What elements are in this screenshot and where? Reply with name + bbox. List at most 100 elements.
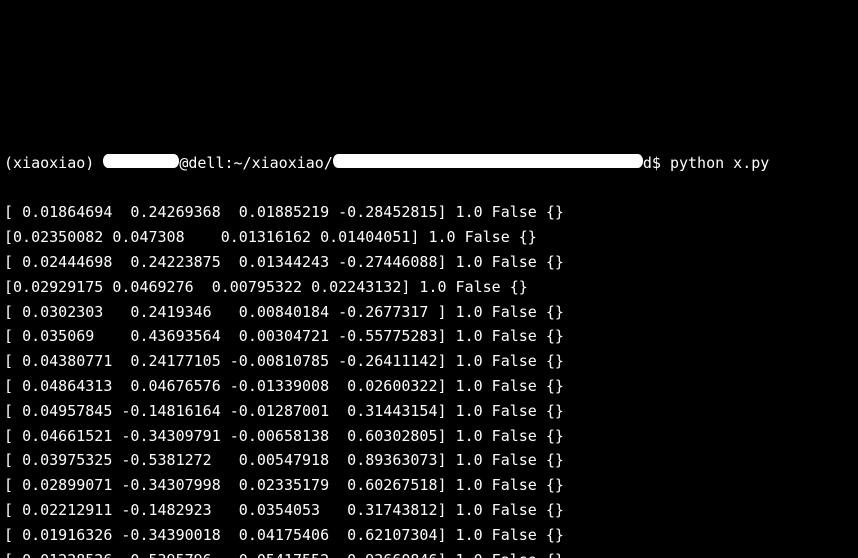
- row-c0: 0.04380771: [22, 352, 121, 370]
- row-info: {}: [537, 253, 564, 271]
- output-row: [ 0.01916326 -0.34390018 0.04175406 0.62…: [4, 523, 854, 548]
- row-c2: 0.0354053: [230, 501, 329, 519]
- row-c1: 0.24269368: [121, 203, 229, 221]
- row-c1: 0.24223875: [121, 253, 229, 271]
- row-info: {}: [537, 377, 564, 395]
- prompt-line: (xiaoxiao) @dell:~/xiaoxiao/d$ python x.…: [4, 151, 854, 176]
- row-open: [: [4, 278, 13, 296]
- row-c1: 0.43693564: [121, 327, 229, 345]
- row-open: [: [4, 551, 22, 558]
- row-done: False: [483, 551, 537, 558]
- row-done: False: [483, 501, 537, 519]
- row-c3: 0.89363073]: [329, 451, 446, 469]
- output-row: [ 0.035069 0.43693564 0.00304721 -0.5577…: [4, 324, 854, 349]
- row-done: False: [483, 476, 537, 494]
- row-info: {}: [537, 402, 564, 420]
- row-open: [: [4, 526, 22, 544]
- row-c0: 0.03975325: [22, 451, 121, 469]
- row-info: {}: [537, 327, 564, 345]
- row-done: False: [483, 402, 537, 420]
- output-row: [0.02350082 0.047308 0.01316162 0.014040…: [4, 225, 854, 250]
- row-info: {}: [537, 352, 564, 370]
- row-c1: 0.2419346: [121, 303, 229, 321]
- row-c0: 0.04864313: [22, 377, 121, 395]
- row-c2: 0.00795322: [212, 278, 311, 296]
- row-c1: -0.5395796: [121, 551, 229, 558]
- row-info: {}: [537, 501, 564, 519]
- output-row: [0.02929175 0.0469276 0.00795322 0.02243…: [4, 275, 854, 300]
- terminal-window[interactable]: (xiaoxiao) @dell:~/xiaoxiao/d$ python x.…: [0, 124, 858, 558]
- row-c0: 0.01228526: [22, 551, 121, 558]
- row-open: [: [4, 476, 22, 494]
- row-c0: 0.01916326: [22, 526, 121, 544]
- output-row: [ 0.01864694 0.24269368 0.01885219 -0.28…: [4, 200, 854, 225]
- row-done: False: [483, 526, 537, 544]
- row-done: False: [483, 253, 537, 271]
- row-c1: -0.14816164: [121, 402, 229, 420]
- row-reward: 1.0: [447, 377, 483, 395]
- row-c3: 0.02600322]: [329, 377, 446, 395]
- row-reward: 1.0: [419, 228, 455, 246]
- row-open: [: [4, 303, 22, 321]
- output-rows: [ 0.01864694 0.24269368 0.01885219 -0.28…: [4, 200, 854, 558]
- row-open: [: [4, 352, 22, 370]
- row-c2: 0.01344243: [230, 253, 329, 271]
- row-c3: 0.60267518]: [329, 476, 446, 494]
- output-row: [ 0.02212911 -0.1482923 0.0354053 0.3174…: [4, 498, 854, 523]
- row-c0: 0.0302303: [22, 303, 121, 321]
- row-open: [: [4, 228, 13, 246]
- row-c2: 0.01316162: [212, 228, 320, 246]
- command-text: python x.py: [670, 154, 769, 172]
- row-reward: 1.0: [447, 551, 483, 558]
- redacted-user: [103, 154, 179, 168]
- row-c3: -0.27446088]: [329, 253, 446, 271]
- row-done: False: [483, 203, 537, 221]
- row-info: {}: [537, 551, 564, 558]
- row-done: False: [456, 228, 510, 246]
- row-open: [: [4, 327, 22, 345]
- row-c3: -0.2677317 ]: [329, 303, 446, 321]
- row-info: {}: [537, 526, 564, 544]
- host-part: @dell: [179, 154, 224, 172]
- row-open: [: [4, 427, 22, 445]
- row-c2: 0.00840184: [230, 303, 329, 321]
- row-c3: 0.31443154]: [329, 402, 446, 420]
- row-c2: 0.05417552: [230, 551, 329, 558]
- output-row: [ 0.04380771 0.24177105 -0.00810785 -0.2…: [4, 349, 854, 374]
- row-info: {}: [537, 203, 564, 221]
- row-reward: 1.0: [447, 526, 483, 544]
- row-info: {}: [501, 278, 528, 296]
- row-c3: -0.28452815]: [329, 203, 446, 221]
- row-c1: 0.0469276: [112, 278, 211, 296]
- row-c2: 0.00547918: [230, 451, 329, 469]
- row-done: False: [483, 327, 537, 345]
- row-c2: -0.01287001: [230, 402, 329, 420]
- row-c0: 0.035069: [22, 327, 121, 345]
- row-info: {}: [537, 476, 564, 494]
- row-c3: 0.92660846]: [329, 551, 446, 558]
- row-open: [: [4, 402, 22, 420]
- row-info: {}: [537, 451, 564, 469]
- row-open: [: [4, 203, 22, 221]
- row-c0: 0.02212911: [22, 501, 121, 519]
- row-c0: 0.02899071: [22, 476, 121, 494]
- row-c1: -0.1482923: [121, 501, 229, 519]
- row-c2: 0.04175406: [230, 526, 329, 544]
- row-c3: 0.31743812]: [329, 501, 446, 519]
- output-row: [ 0.0302303 0.2419346 0.00840184 -0.2677…: [4, 300, 854, 325]
- row-c1: 0.24177105: [121, 352, 229, 370]
- row-c3: 0.60302805]: [329, 427, 446, 445]
- row-c0: 0.02444698: [22, 253, 121, 271]
- row-reward: 1.0: [447, 352, 483, 370]
- row-reward: 1.0: [447, 327, 483, 345]
- row-reward: 1.0: [447, 427, 483, 445]
- row-c2: 0.00304721: [230, 327, 329, 345]
- row-c0: 0.02350082: [13, 228, 112, 246]
- row-info: {}: [537, 303, 564, 321]
- row-reward: 1.0: [410, 278, 446, 296]
- output-row: [ 0.02444698 0.24223875 0.01344243 -0.27…: [4, 250, 854, 275]
- row-c0: 0.04661521: [22, 427, 121, 445]
- row-c1: -0.34390018: [121, 526, 229, 544]
- row-c1: -0.34307998: [121, 476, 229, 494]
- row-reward: 1.0: [447, 451, 483, 469]
